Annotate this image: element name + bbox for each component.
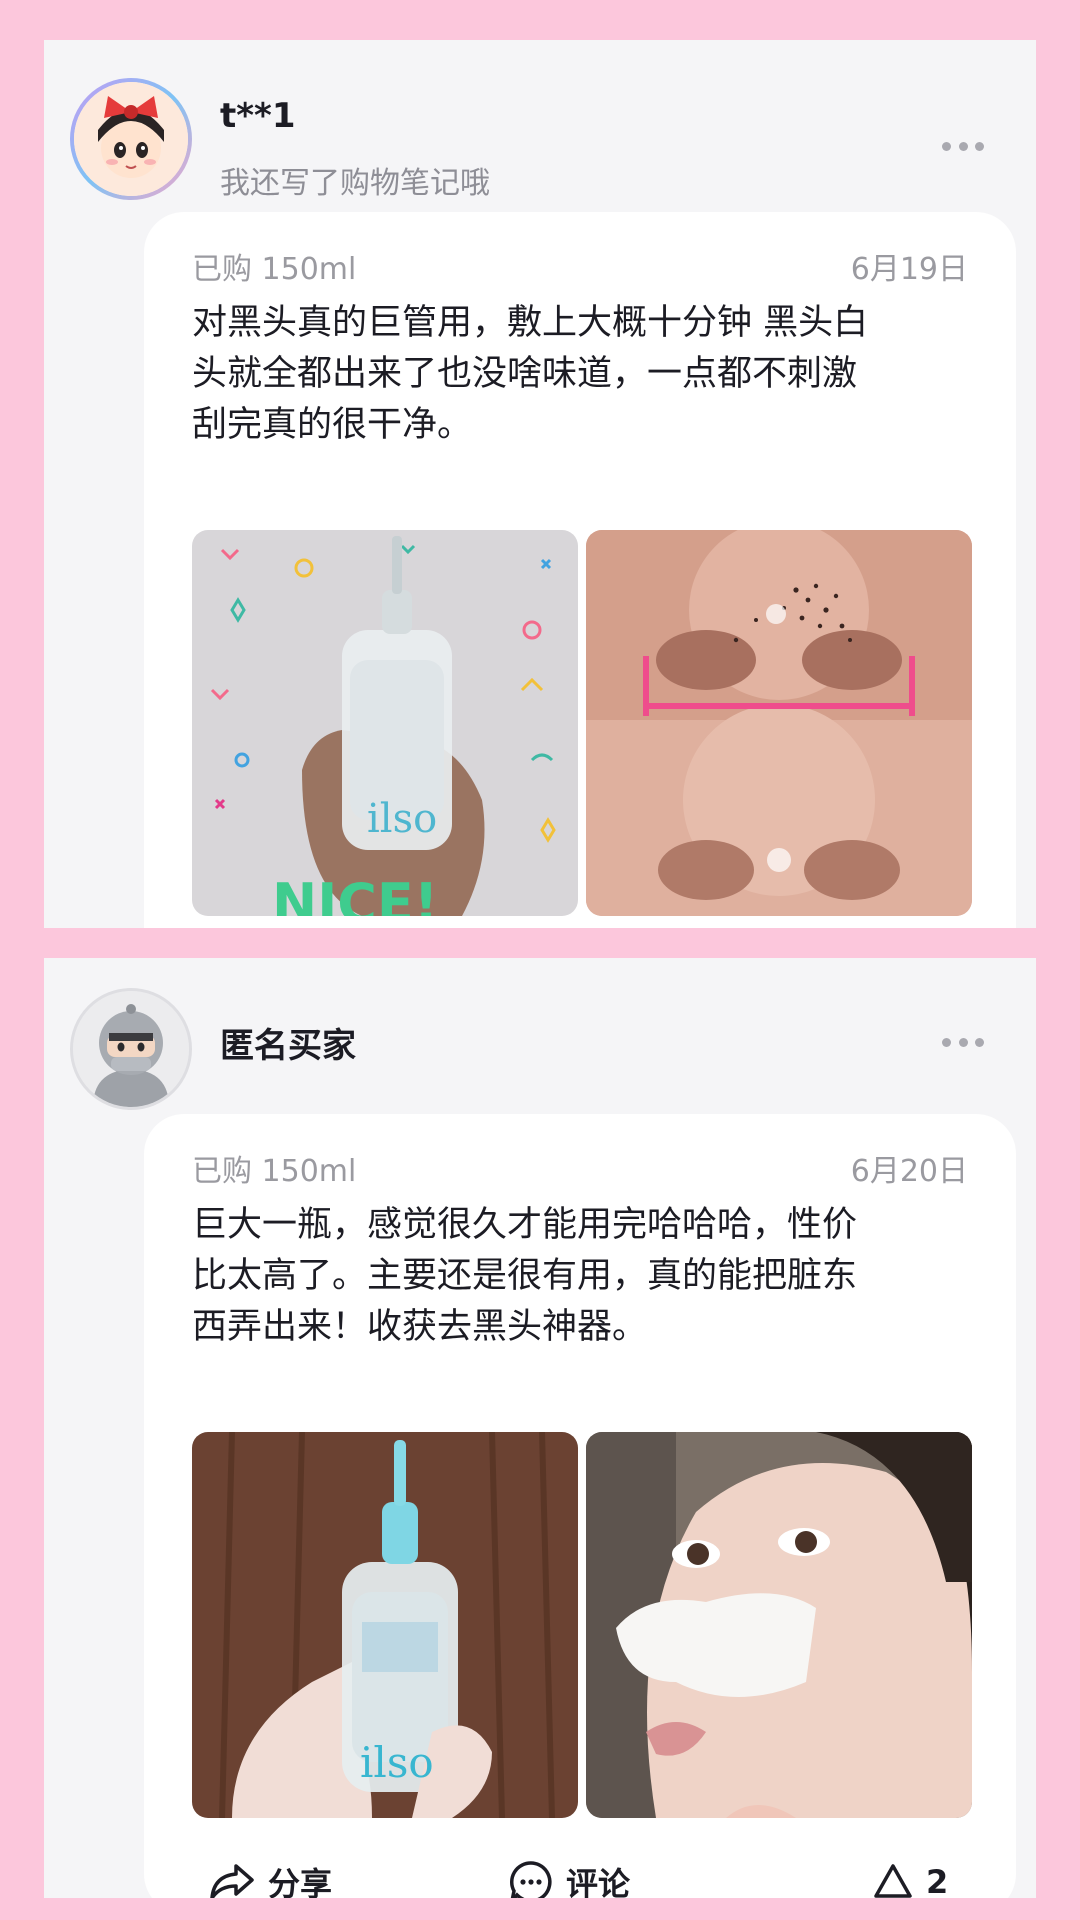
review-text: 巨大一瓶，感觉很久才能用完哈哈哈，性价 比太高了。主要还是很有用，真的能把脏东 … (192, 1205, 858, 1347)
review-card-2: 匿名买家 已购 150ml 6月20日 巨大一瓶，感觉很久才能用完哈哈哈，性价 … (44, 958, 1036, 1898)
review-actions: 分享 评论 2 (144, 1842, 1016, 1898)
review-card-1: t**1 我还写了购物笔记哦 已购 150ml 6月19日 对黑头真的巨管用，敷… (44, 40, 1036, 928)
review-text: 对黑头真的巨管用，敷上大概十分钟 黑头白 头就全都出来了也没啥味道，一点都不刺激… (192, 303, 869, 445)
comment-button[interactable]: 评论 (508, 1842, 630, 1898)
review-photo-face[interactable] (586, 1432, 972, 1818)
username[interactable]: 匿名买家 (220, 1018, 356, 1067)
anonymous-avatar[interactable] (70, 988, 192, 1110)
purchase-spec: 已购 150ml (192, 1154, 357, 1189)
like-count: 2 (926, 1863, 949, 1898)
review-photo-product[interactable]: ilso (192, 1432, 578, 1818)
photo-caption-text: NICE! (272, 872, 438, 916)
review-body: 已购 150ml 6月19日 对黑头真的巨管用，敷上大概十分钟 黑头白 头就全都… (144, 212, 1016, 928)
share-label: 分享 (268, 1865, 333, 1898)
like-icon (874, 1864, 912, 1898)
like-button[interactable]: 2 (872, 1842, 948, 1898)
review-body: 已购 150ml 6月20日 巨大一瓶，感觉很久才能用完哈哈哈，性价 比太高了。… (144, 1114, 1016, 1898)
more-options-icon[interactable] (942, 140, 984, 152)
comment-icon (510, 1861, 552, 1898)
bottle-brand-text: ilso (367, 796, 437, 842)
share-icon (210, 1864, 254, 1898)
review-photo-product[interactable]: ilso NICE! (192, 530, 578, 916)
username[interactable]: t**1 (220, 96, 295, 136)
user-avatar[interactable] (70, 78, 192, 200)
comment-label: 评论 (566, 1865, 631, 1898)
review-date: 6月20日 (850, 1154, 968, 1189)
more-options-icon[interactable] (942, 1036, 984, 1048)
review-date: 6月19日 (850, 252, 968, 287)
purchase-spec: 已购 150ml (192, 252, 357, 287)
share-button[interactable]: 分享 (208, 1842, 332, 1898)
bottle-brand-text: ilso (360, 1738, 434, 1787)
shopping-note-subtitle[interactable]: 我还写了购物笔记哦 (220, 158, 490, 202)
review-photo-nose[interactable] (586, 530, 972, 916)
